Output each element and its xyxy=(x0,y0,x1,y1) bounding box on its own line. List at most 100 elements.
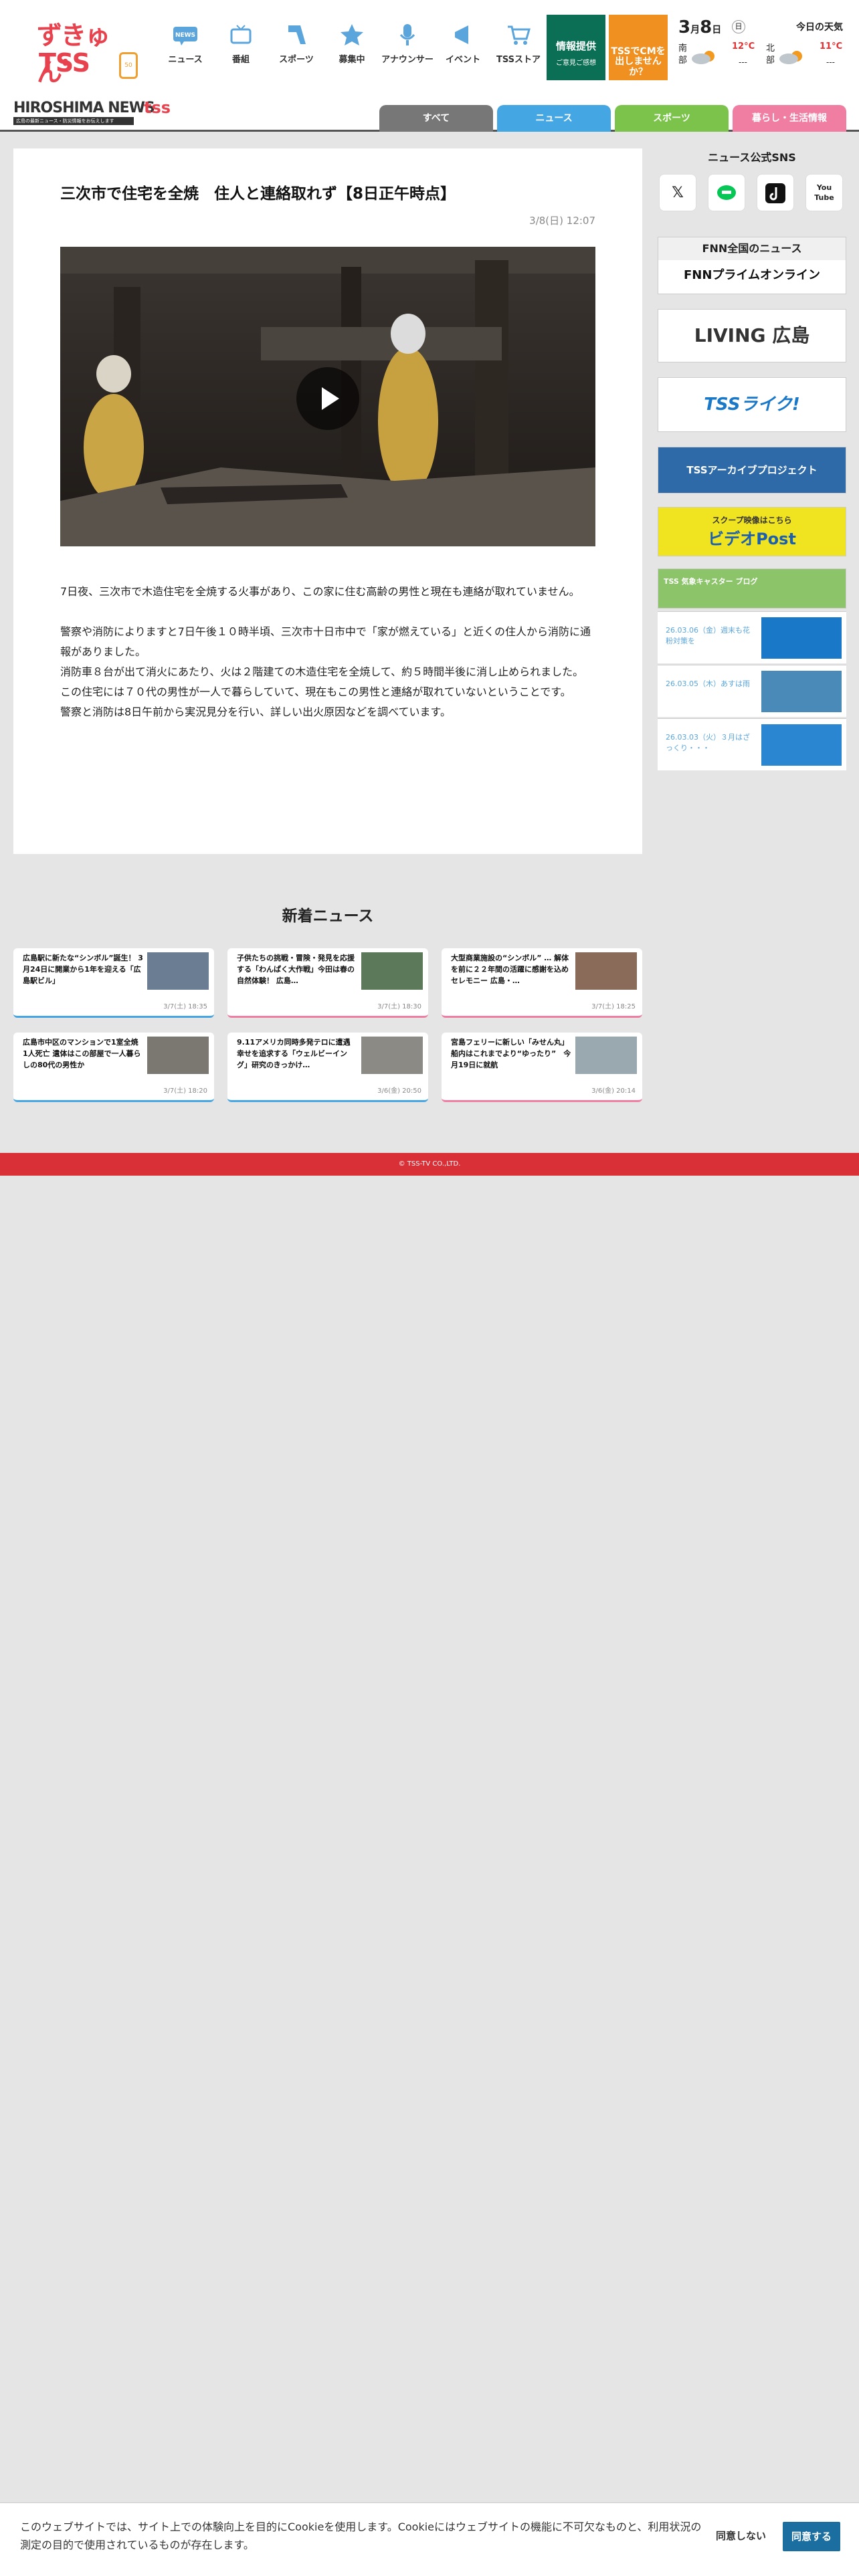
star-icon xyxy=(339,21,365,48)
tss-live-banner[interactable]: TSSライク! xyxy=(658,377,846,432)
info-button-sub: ご意見ご感想 xyxy=(556,60,596,67)
nav-news[interactable]: NEWS ニュース xyxy=(157,21,214,65)
fnn-title: FNN全国のニュース xyxy=(658,237,846,260)
logo-tagline: 広島の最新ニュース・防災情報をお伝えします xyxy=(13,117,134,125)
article-paragraph xyxy=(60,602,595,622)
news-card-title: 宮島フェリーに新しい「みせん丸」 船内はこれまでより“ゆったり” 今月19日に就… xyxy=(451,1038,571,1069)
article-paragraph: 警察や消防によりますと7日午後１０時半頃、三次市十日市中で「家が燃えている」と近… xyxy=(60,625,591,658)
cm-ad-button[interactable]: TSSでCMを出しませんか？ xyxy=(609,15,668,80)
living-hiroshima-banner[interactable]: LIVING 広島 xyxy=(658,309,846,362)
tab-lifestyle[interactable]: 暮らし・生活情報 xyxy=(733,105,846,132)
weather-region-north: 北部 xyxy=(766,43,775,66)
nav-programs[interactable]: 番組 xyxy=(212,21,270,65)
caster-label: TSS 気象キャスター ブログ xyxy=(664,577,758,586)
article-paragraph: 7日夜、三次市で木造住宅を全焼する火事があり、この家に住む高齢の男性と現在も連絡… xyxy=(60,585,580,598)
logo-main: HIROSHIMA NEWS xyxy=(13,100,155,116)
archive-label: TSSアーカイブプロジェクト xyxy=(686,464,818,476)
logo-brand: TSS xyxy=(39,48,90,78)
logo-brand-tss: tss xyxy=(144,98,171,117)
videopost-top: スクープ映像はこちら xyxy=(712,516,792,525)
news-card-date: 3/6(金) 20:14 xyxy=(591,1087,636,1095)
news-card[interactable]: 広島市中区のマンションで1室全焼 1人死亡 遺体はこの部屋で一人暮らしの80代の… xyxy=(13,1033,214,1102)
news-card-thumb xyxy=(575,1037,637,1074)
nav-label: ニュース xyxy=(168,55,203,65)
tab-label: 暮らし・生活情報 xyxy=(752,113,827,124)
cookie-agree-button[interactable]: 同意する xyxy=(783,2522,840,2551)
site-logo[interactable]: ずきゅんﾟ TSS 50 xyxy=(33,15,140,87)
tab-label: ニュース xyxy=(535,113,573,124)
article-title: 三次市で住宅を全焼 住人と連絡取れず【8日正午時点】 xyxy=(60,185,456,203)
fnn-banner[interactable]: FNN全国のニュース FNNプライムオンライン xyxy=(658,237,846,294)
news-card[interactable]: 9.11アメリカ同時多発テロに遭遇 幸せを追求する「ウェルビーイング」研究のきっ… xyxy=(227,1033,428,1102)
news-card-thumb xyxy=(147,1037,209,1074)
nav-events[interactable]: イベント xyxy=(434,21,492,65)
caster-post-thumb xyxy=(761,671,842,712)
cloud-sun-icon xyxy=(778,47,805,66)
nav-announcers[interactable]: アナウンサー xyxy=(379,21,436,65)
news-card-title: 子供たちの挑戦・冒険・発見を応援する「わんぱく大作戦」今田は春の自然体験！ 広島… xyxy=(237,954,355,985)
article-video[interactable] xyxy=(60,247,595,546)
sns-title: ニュース公式SNS xyxy=(708,151,796,164)
caster-post-thumb xyxy=(761,724,842,766)
tab-news[interactable]: ニュース xyxy=(497,105,611,132)
cookie-text: このウェブサイトでは、サイト上での体験向上を目的にCookieを使用します。Co… xyxy=(20,2520,702,2551)
caster-post[interactable]: 26.03.05（木）あすは雨 xyxy=(658,665,846,717)
cart-icon xyxy=(505,21,532,48)
info-submission-button[interactable]: 情報提供 ご意見ご感想 xyxy=(547,15,605,80)
megaphone-icon xyxy=(450,21,476,48)
nav-label: スポーツ xyxy=(279,55,314,65)
tiktok-icon[interactable] xyxy=(757,174,794,211)
news-card-title: 大型商業施設の“シンボル” … 解体を前に２２年間の活躍に感謝を込めセレモニー … xyxy=(451,954,569,985)
section-bar: HIROSHIMA NEWS tss 広島の最新ニュース・防災情報をお伝えします… xyxy=(0,97,859,132)
caster-post[interactable]: 26.03.03（火）３月はざっくり・・・ xyxy=(658,718,846,770)
news-icon: NEWS xyxy=(172,21,199,48)
line-icon[interactable] xyxy=(708,174,745,211)
tab-all[interactable]: すべて xyxy=(379,105,493,132)
news-card-title: 9.11アメリカ同時多発テロに遭遇 幸せを追求する「ウェルビーイング」研究のきっ… xyxy=(237,1038,357,1069)
site-header: ずきゅんﾟ TSS 50 NEWS ニュース 番組 スポーツ 募集中 アナウンサ… xyxy=(0,0,859,97)
nav-label: 番組 xyxy=(231,55,250,65)
x-icon[interactable]: 𝕏 xyxy=(659,174,696,211)
play-icon[interactable] xyxy=(296,367,359,430)
caster-blog-banner[interactable]: TSS 気象キャスター ブログ xyxy=(658,568,846,609)
article-card: 三次市で住宅を全焼 住人と連絡取れず【8日正午時点】 3/8(日) 12:07 … xyxy=(13,148,642,854)
living-label: LIVING 広島 xyxy=(694,324,810,346)
videopost-label: ビデオPost xyxy=(708,530,796,548)
weather-weekday: 日 xyxy=(732,20,745,33)
nav-store[interactable]: TSSストア xyxy=(490,21,547,65)
article-date: 3/8(日) 12:07 xyxy=(529,215,595,227)
cloud-sun-icon xyxy=(690,47,717,66)
caster-post-thumb xyxy=(761,617,842,659)
news-card[interactable]: 大型商業施設の“シンボル” … 解体を前に２２年間の活躍に感謝を込めセレモニー … xyxy=(442,948,642,1018)
nav-recruiting[interactable]: 募集中 xyxy=(323,21,381,65)
copyright: © TSS-TV CO.,LTD. xyxy=(398,1160,461,1168)
news-card-thumb xyxy=(361,1037,423,1074)
nav-sports[interactable]: スポーツ xyxy=(268,21,325,65)
news-card[interactable]: 宮島フェリーに新しい「みせん丸」 船内はこれまでより“ゆったり” 今月19日に就… xyxy=(442,1033,642,1102)
archive-banner[interactable]: TSSアーカイブプロジェクト xyxy=(658,447,846,494)
nav-label: 募集中 xyxy=(339,55,365,65)
weather-north-temp: 11°C xyxy=(820,41,843,51)
caster-post-text: 26.03.05（木）あすは雨 xyxy=(666,679,750,688)
weather-region-south: 南部 xyxy=(678,43,688,66)
caster-post[interactable]: 26.03.06（金）週末も花粉対策を xyxy=(658,611,846,663)
tab-sports[interactable]: スポーツ xyxy=(615,105,729,132)
news-card-date: 3/7(土) 18:35 xyxy=(163,1003,207,1010)
cookie-decline-button[interactable]: 同意しない xyxy=(716,2529,766,2543)
youtube-icon[interactable]: You Tube xyxy=(805,174,843,211)
fnn-logo: FNNプライムオンライン xyxy=(683,268,821,282)
hiroshima-news-logo[interactable]: HIROSHIMA NEWS tss 広島の最新ニュース・防災情報をお伝えします xyxy=(13,97,174,128)
cm-button-label: TSSでCMを出しませんか？ xyxy=(611,46,666,78)
news-card[interactable]: 広島駅に新たな“シンボル”誕生！ 3月24日に開業から1年を迎える「広島駅ビル」… xyxy=(13,948,214,1018)
nav-label: アナウンサー xyxy=(381,55,434,65)
svg-text:NEWS: NEWS xyxy=(175,32,195,39)
weather-widget[interactable]: 3月8日 日 今日の天気 南部 12°C --- 北部 11°C --- xyxy=(676,15,856,82)
weather-date: 3月8日 xyxy=(678,17,722,37)
tab-label: スポーツ xyxy=(653,113,690,124)
news-card-thumb xyxy=(147,952,209,990)
caster-post-text: 26.03.06（金）週末も花粉対策を xyxy=(666,626,750,645)
nav-label: TSSストア xyxy=(496,55,541,65)
site-footer: © TSS-TV CO.,LTD. xyxy=(0,1153,859,1176)
videopost-banner[interactable]: スクープ映像はこちら ビデオPost xyxy=(658,507,846,556)
news-card[interactable]: 子供たちの挑戦・冒険・発見を応援する「わんぱく大作戦」今田は春の自然体験！ 広島… xyxy=(227,948,428,1018)
